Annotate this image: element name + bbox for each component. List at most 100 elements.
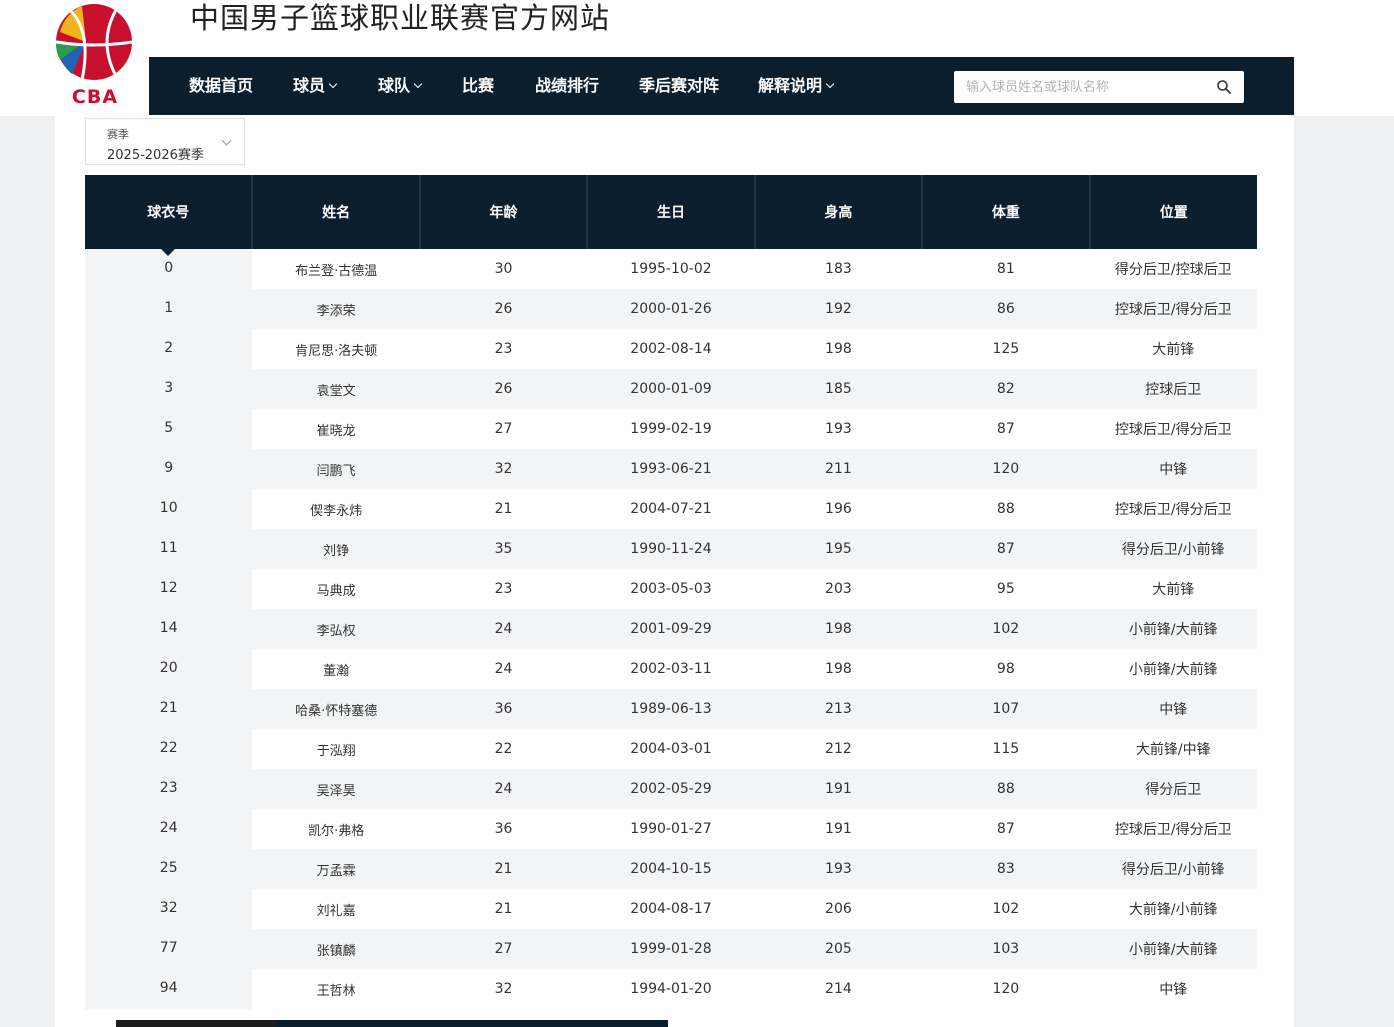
column-header-birthday[interactable]: 生日 <box>586 175 755 249</box>
player-name-cell[interactable]: 吴泽昊 <box>252 769 420 809</box>
table-row[interactable]: 1 李添荣 26 2000-01-26 192 86 控球后卫/得分后卫 <box>85 289 1257 329</box>
birthday-cell: 2003-05-03 <box>587 569 755 609</box>
table-row[interactable]: 77 张镇麟 27 1999-01-28 205 103 小前锋/大前锋 <box>85 929 1257 969</box>
table-row[interactable]: 32 刘礼嘉 21 2004-08-17 206 102 大前锋/小前锋 <box>85 889 1257 929</box>
weight-cell: 120 <box>922 969 1090 1009</box>
age-cell: 24 <box>419 769 588 809</box>
nav-item-data-home[interactable]: 数据首页 <box>189 57 253 115</box>
player-name-cell[interactable]: 布兰登·古德温 <box>252 249 420 289</box>
position-cell: 得分后卫 <box>1089 769 1257 809</box>
column-header-weight[interactable]: 体重 <box>921 175 1090 249</box>
nav-item-teams[interactable]: 球队 <box>378 57 423 115</box>
height-cell: 213 <box>754 689 923 729</box>
search-input[interactable] <box>954 71 1204 103</box>
player-name-cell[interactable]: 李添荣 <box>252 289 420 329</box>
nav-item-playoffs[interactable]: 季后赛对阵 <box>639 57 719 115</box>
table-row[interactable]: 2 肯尼思·洛夫顿 23 2002-08-14 198 125 大前锋 <box>85 329 1257 369</box>
cba-logo[interactable]: CBA <box>52 2 138 106</box>
jersey-number-cell: 1 <box>85 289 253 329</box>
player-name-cell[interactable]: 万孟霖 <box>252 849 420 889</box>
table-row[interactable]: 10 偰李永炜 21 2004-07-21 196 88 控球后卫/得分后卫 <box>85 489 1257 529</box>
player-name-cell[interactable]: 董瀚 <box>252 649 420 689</box>
jersey-number-cell: 20 <box>85 649 253 689</box>
player-name-cell[interactable]: 王哲林 <box>252 969 420 1009</box>
age-cell: 32 <box>419 969 588 1009</box>
column-header-number[interactable]: 球衣号 <box>85 175 253 256</box>
player-name-cell[interactable]: 偰李永炜 <box>252 489 420 529</box>
table-row[interactable]: 20 董瀚 24 2002-03-11 198 98 小前锋/大前锋 <box>85 649 1257 689</box>
table-row[interactable]: 25 万孟霖 21 2004-10-15 193 83 得分后卫/小前锋 <box>85 849 1257 889</box>
jersey-number-cell: 2 <box>85 329 253 369</box>
position-cell: 小前锋/大前锋 <box>1089 609 1257 649</box>
position-cell: 得分后卫/小前锋 <box>1089 849 1257 889</box>
table-row[interactable]: 12 马典成 23 2003-05-03 203 95 大前锋 <box>85 569 1257 609</box>
roster-table: 球衣号 姓名 年龄 生日 身高 体重 位置 0 布兰登·古德温 30 1995-10-… <box>85 175 1257 1009</box>
table-row[interactable]: 3 袁堂文 26 2000-01-09 185 82 控球后卫 <box>85 369 1257 409</box>
position-cell: 得分后卫/控球后卫 <box>1089 249 1257 289</box>
player-name-cell[interactable]: 于泓翔 <box>252 729 420 769</box>
player-name-cell[interactable]: 马典成 <box>252 569 420 609</box>
birthday-cell: 2004-10-15 <box>587 849 755 889</box>
roster-body: 0 布兰登·古德温 30 1995-10-02 183 81 得分后卫/控球后卫 1 李添荣 26… <box>85 249 1257 1009</box>
age-cell: 27 <box>419 409 588 449</box>
age-cell: 24 <box>419 609 588 649</box>
nav-item-glossary[interactable]: 解释说明 <box>758 57 835 115</box>
player-name-cell[interactable]: 闫鹏飞 <box>252 449 420 489</box>
position-cell: 得分后卫/小前锋 <box>1089 529 1257 569</box>
bottom-bar-accent <box>116 1020 276 1027</box>
birthday-cell: 1990-01-27 <box>587 809 755 849</box>
player-name-cell[interactable]: 凯尔·弗格 <box>252 809 420 849</box>
table-row[interactable]: 11 刘铮 35 1990-11-24 195 87 得分后卫/小前锋 <box>85 529 1257 569</box>
height-cell: 205 <box>754 929 923 969</box>
player-name-cell[interactable]: 张镇麟 <box>252 929 420 969</box>
season-label: 赛季 <box>107 128 129 141</box>
weight-cell: 87 <box>922 809 1090 849</box>
player-name-cell[interactable]: 袁堂文 <box>252 369 420 409</box>
column-header-height[interactable]: 身高 <box>753 175 923 249</box>
column-header-age[interactable]: 年龄 <box>418 175 588 249</box>
column-header-name[interactable]: 姓名 <box>251 175 420 249</box>
birthday-cell: 2004-07-21 <box>587 489 755 529</box>
jersey-number-cell: 21 <box>85 689 253 729</box>
table-row[interactable]: 9 闫鹏飞 32 1993-06-21 211 120 中锋 <box>85 449 1257 489</box>
height-cell: 211 <box>754 449 923 489</box>
weight-cell: 120 <box>922 449 1090 489</box>
weight-cell: 95 <box>922 569 1090 609</box>
table-row[interactable]: 22 于泓翔 22 2004-03-01 212 115 大前锋/中锋 <box>85 729 1257 769</box>
position-cell: 中锋 <box>1089 449 1257 489</box>
search-icon[interactable] <box>1216 79 1232 95</box>
table-row[interactable]: 21 哈桑·怀特塞德 36 1989-06-13 213 107 中锋 <box>85 689 1257 729</box>
age-cell: 30 <box>419 249 588 289</box>
weight-cell: 88 <box>922 489 1090 529</box>
column-header-position[interactable]: 位置 <box>1088 175 1257 249</box>
player-name-cell[interactable]: 李弘权 <box>252 609 420 649</box>
birthday-cell: 2002-08-14 <box>587 329 755 369</box>
nav-item-games[interactable]: 比赛 <box>462 57 494 115</box>
player-name-cell[interactable]: 肯尼思·洛夫顿 <box>252 329 420 369</box>
weight-cell: 103 <box>922 929 1090 969</box>
height-cell: 214 <box>754 969 923 1009</box>
player-name-cell[interactable]: 崔晓龙 <box>252 409 420 449</box>
table-row[interactable]: 0 布兰登·古德温 30 1995-10-02 183 81 得分后卫/控球后卫 <box>85 249 1257 289</box>
table-row[interactable]: 94 王哲林 32 1994-01-20 214 120 中锋 <box>85 969 1257 1009</box>
height-cell: 193 <box>754 849 923 889</box>
table-row[interactable]: 14 李弘权 24 2001-09-29 198 102 小前锋/大前锋 <box>85 609 1257 649</box>
height-cell: 196 <box>754 489 923 529</box>
weight-cell: 102 <box>922 889 1090 929</box>
logo-text: CBA <box>72 86 118 106</box>
height-cell: 212 <box>754 729 923 769</box>
table-row[interactable]: 5 崔晓龙 27 1999-02-19 193 87 控球后卫/得分后卫 <box>85 409 1257 449</box>
player-name-cell[interactable]: 哈桑·怀特塞德 <box>252 689 420 729</box>
table-row[interactable]: 24 凯尔·弗格 36 1990-01-27 191 87 控球后卫/得分后卫 <box>85 809 1257 849</box>
nav-item-standings[interactable]: 战绩排行 <box>535 57 599 115</box>
player-name-cell[interactable]: 刘礼嘉 <box>252 889 420 929</box>
table-row[interactable]: 23 吴泽昊 24 2002-05-29 191 88 得分后卫 <box>85 769 1257 809</box>
age-cell: 26 <box>419 369 588 409</box>
player-name-cell[interactable]: 刘铮 <box>252 529 420 569</box>
age-cell: 21 <box>419 489 588 529</box>
season-select[interactable]: 赛季 2025-2026赛季 <box>85 118 245 165</box>
jersey-number-cell: 23 <box>85 769 253 809</box>
weight-cell: 115 <box>922 729 1090 769</box>
nav-item-players[interactable]: 球员 <box>293 57 338 115</box>
column-header-label: 球衣号 <box>147 205 190 221</box>
